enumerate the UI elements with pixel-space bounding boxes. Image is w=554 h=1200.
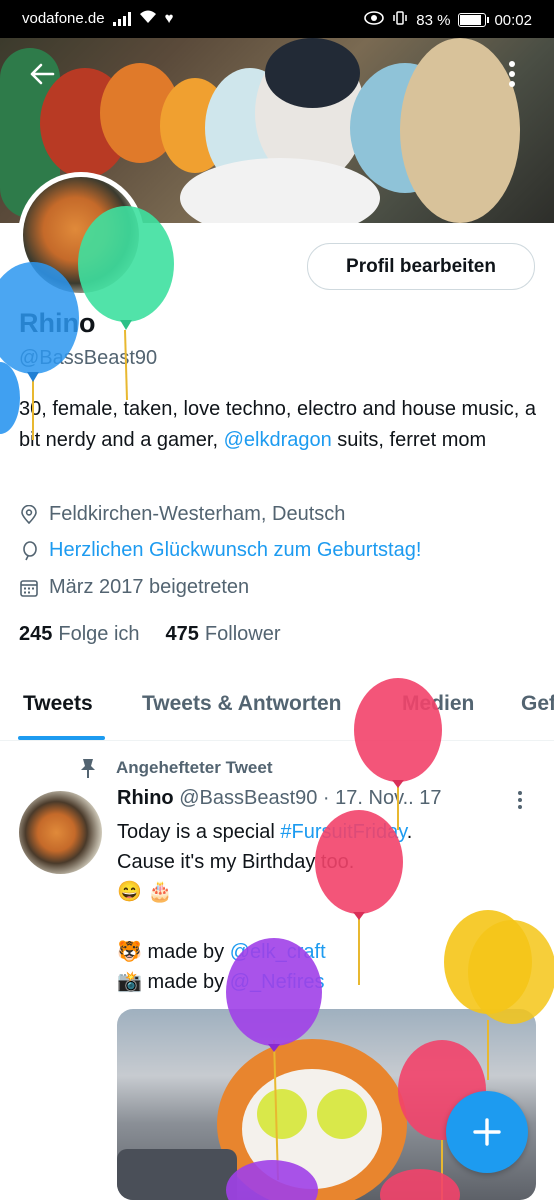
tweet-line-2: Cause it's my Birthday too. [117, 851, 355, 873]
calendar-icon [20, 579, 38, 597]
following-label: Folge ich [58, 623, 140, 645]
battery-percent: 83 % [416, 11, 451, 29]
followers-link[interactable]: 475 Follower [166, 623, 281, 646]
tweet-line-3: 😄 🎂 [117, 881, 173, 903]
profile-avatar[interactable] [18, 172, 144, 298]
tweet-line-1: Today is a special #FursuitFriday. [117, 817, 537, 847]
followers-count: 475 [165, 623, 199, 645]
tweet-line-5: 📸 made by @_Nefires [117, 967, 537, 997]
mention-link-nefires[interactable]: @_Nefires [230, 971, 325, 993]
clock: 00:02 [494, 11, 532, 29]
pinned-text: Angehefteter Tweet [116, 758, 273, 777]
balloon-icon [0, 362, 20, 434]
bio-text-end: suits, ferret mom [331, 429, 487, 451]
profile-joined: März 2017 beigetreten [19, 576, 249, 599]
balloon-icon [23, 540, 37, 560]
back-button[interactable] [22, 54, 62, 94]
tweet-author-avatar[interactable] [19, 791, 102, 874]
tab-likes[interactable]: Gef [521, 692, 554, 716]
wifi-icon [139, 10, 157, 27]
following-count: 245 [19, 623, 53, 645]
followers-label: Follower [204, 623, 281, 645]
tweet-meta: @BassBeast90 · 17. Nov.. 17 [179, 787, 442, 809]
status-left: vodafone.de ♥ [22, 10, 173, 27]
battery-icon [458, 13, 490, 27]
eye-icon [364, 11, 385, 29]
tab-media[interactable]: Medien [402, 692, 474, 716]
profile-bio: 30, female, taken, love techno, electro … [19, 394, 539, 456]
signal-icon [112, 11, 131, 26]
tweet-line-4: 🐯 made by @elk_craft [117, 937, 537, 967]
tab-tweets[interactable]: Tweets [23, 692, 93, 716]
more-vertical-icon [509, 61, 515, 87]
tweet-text: Today is a special [117, 821, 281, 843]
mention-link-elk-craft[interactable]: @elk_craft [230, 941, 326, 963]
tweet-author-name[interactable]: Rhino [117, 787, 174, 809]
tweet-more-button[interactable] [517, 790, 523, 810]
carrier-label: vodafone.de [22, 10, 105, 27]
compose-tweet-button[interactable] [446, 1091, 528, 1173]
hashtag-link[interactable]: #FursuitFriday [280, 821, 406, 843]
more-vertical-icon [518, 791, 522, 809]
arrow-left-icon [30, 63, 55, 85]
plus-icon [473, 1118, 501, 1146]
follow-stats: 245 Folge ich 475 Follower [19, 623, 280, 646]
tweet-header: Rhino @BassBeast90 · 17. Nov.. 17 [117, 787, 442, 810]
tweet-text: 🐯 made by [117, 941, 230, 963]
profile-birthday[interactable]: Herzlichen Glückwunsch zum Geburtstag! [19, 539, 421, 562]
pin-icon [81, 759, 95, 778]
active-tab-indicator [18, 736, 105, 740]
status-bar: vodafone.de ♥ 83 % 00:02 [0, 0, 554, 38]
location-text: Feldkirchen-Westerham, Deutsch [49, 503, 346, 525]
tweet-text: 📸 made by [117, 971, 230, 993]
profile-name: Rhino [19, 308, 96, 338]
profile-handle: @BassBeast90 [19, 347, 158, 369]
tab-tweets-replies[interactable]: Tweets & Antworten [142, 692, 342, 716]
pinned-label: Angehefteter Tweet [78, 757, 273, 779]
bio-mention-link[interactable]: @elkdragon [224, 429, 332, 451]
location-pin-icon [21, 504, 37, 524]
tweet-text: . [406, 821, 413, 843]
tweet-body: Today is a special #FursuitFriday. Cause… [117, 817, 537, 997]
edit-profile-button[interactable]: Profil bearbeiten [307, 243, 535, 290]
status-right: 83 % 00:02 [364, 10, 532, 30]
birthday-text[interactable]: Herzlichen Glückwunsch zum Geburtstag! [49, 539, 421, 562]
heart-icon: ♥ [164, 10, 174, 27]
vibrate-icon [392, 10, 408, 30]
profile-location: Feldkirchen-Westerham, Deutsch [19, 503, 345, 526]
joined-text: März 2017 beigetreten [49, 576, 250, 598]
following-link[interactable]: 245 Folge ich [19, 623, 140, 646]
profile-tabs: Tweets Tweets & Antworten Medien Gef [0, 682, 554, 741]
more-button[interactable] [492, 54, 532, 94]
